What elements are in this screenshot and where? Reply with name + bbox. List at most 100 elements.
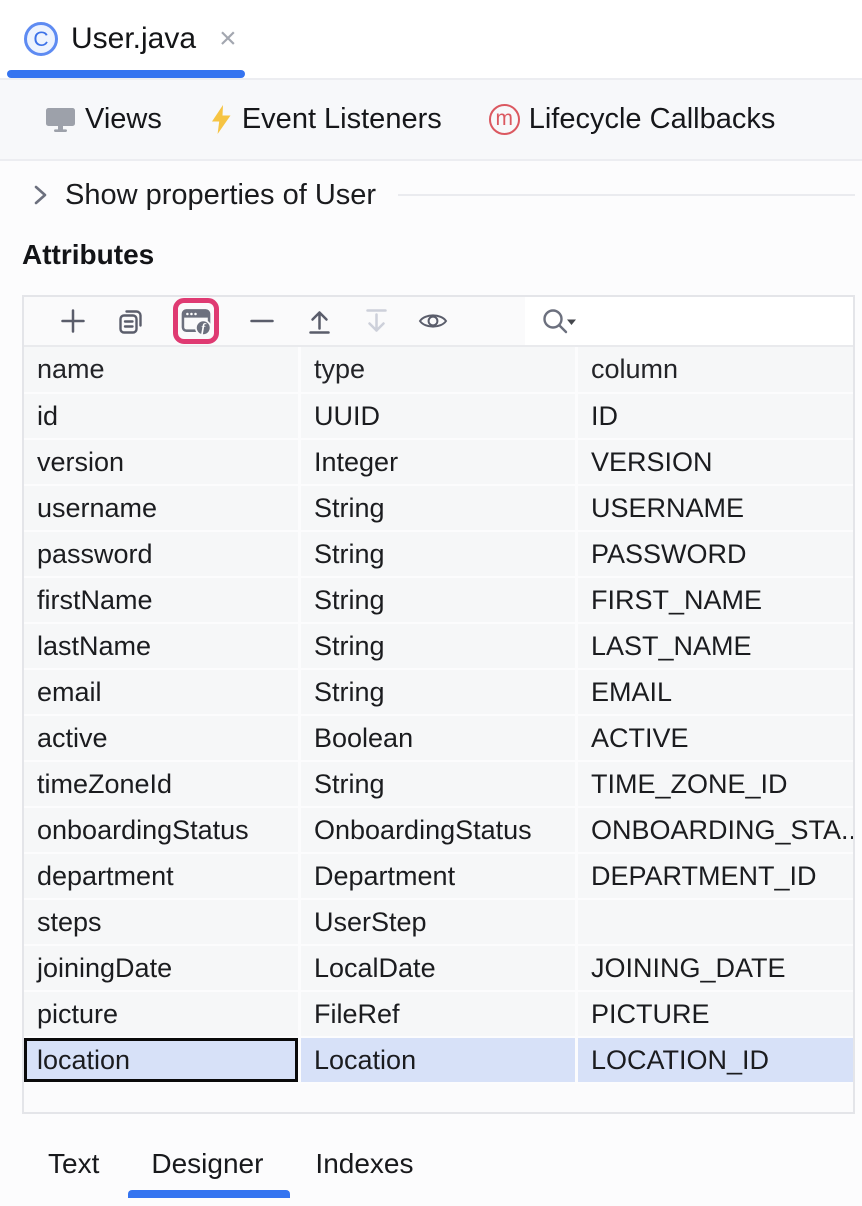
cell-type[interactable]: Boolean (301, 716, 578, 762)
chevron-right-icon[interactable] (32, 182, 49, 208)
cell-name-focused[interactable]: location (24, 1038, 301, 1084)
cell-type[interactable]: UUID (301, 394, 578, 440)
cell-column[interactable]: USERNAME (578, 486, 853, 532)
column-header-type[interactable]: type (301, 347, 578, 394)
cell-column[interactable]: EMAIL (578, 670, 853, 716)
cell-name[interactable]: picture (24, 992, 301, 1038)
views-icon (45, 106, 76, 133)
active-tab-underline (7, 70, 245, 78)
column-header-name[interactable]: name (24, 347, 301, 394)
table-row-username[interactable]: username String USERNAME (24, 486, 853, 532)
table-row-timeZoneId[interactable]: timeZoneId String TIME_ZONE_ID (24, 762, 853, 808)
tab-text[interactable]: Text (48, 1148, 99, 1180)
close-icon[interactable]: × (219, 24, 237, 54)
table-row-department[interactable]: department Department DEPARTMENT_ID (24, 854, 853, 900)
cell-name[interactable]: firstName (24, 578, 301, 624)
table-row-firstName[interactable]: firstName String FIRST_NAME (24, 578, 853, 624)
tab-indexes[interactable]: Indexes (315, 1148, 413, 1180)
lifecycle-callbacks-label: Lifecycle Callbacks (529, 103, 776, 136)
attributes-toolbar: f (24, 297, 853, 347)
move-up-icon[interactable] (304, 306, 334, 336)
event-listeners-icon (209, 104, 233, 135)
cell-type[interactable]: String (301, 532, 578, 578)
remove-icon[interactable] (247, 306, 277, 336)
copy-icon[interactable] (115, 306, 145, 336)
cell-type[interactable]: UserStep (301, 900, 578, 946)
cell-name[interactable]: username (24, 486, 301, 532)
table-empty-area (24, 1084, 853, 1112)
table-row-id[interactable]: id UUID ID (24, 394, 853, 440)
table-row-location-selected[interactable]: location Location LOCATION_ID (24, 1038, 853, 1084)
event-listeners-button[interactable]: Event Listeners (209, 103, 442, 136)
table-row-version[interactable]: version Integer VERSION (24, 440, 853, 486)
cell-column[interactable]: PICTURE (578, 992, 853, 1038)
search-input[interactable] (525, 297, 853, 345)
show-properties-label: Show properties of User (65, 179, 376, 212)
cell-name[interactable]: email (24, 670, 301, 716)
cell-name[interactable]: version (24, 440, 301, 486)
editor-tab-bar: C User.java × (0, 0, 862, 80)
cell-type[interactable]: OnboardingStatus (301, 808, 578, 854)
cell-type[interactable]: Department (301, 854, 578, 900)
tab-designer[interactable]: Designer (151, 1148, 263, 1180)
column-header-column[interactable]: column (578, 347, 853, 394)
search-icon[interactable] (540, 306, 580, 336)
tab-user-java[interactable]: C User.java × (0, 0, 237, 78)
cell-type[interactable]: Integer (301, 440, 578, 486)
cell-name[interactable]: lastName (24, 624, 301, 670)
cell-type[interactable]: FileRef (301, 992, 578, 1038)
cell-name[interactable]: joiningDate (24, 946, 301, 992)
active-bottom-tab-underline (128, 1190, 290, 1198)
views-label: Views (85, 103, 162, 136)
tab-title: User.java (71, 22, 196, 56)
lifecycle-callbacks-button[interactable]: m Lifecycle Callbacks (489, 103, 776, 136)
table-row-email[interactable]: email String EMAIL (24, 670, 853, 716)
cell-column[interactable]: FIRST_NAME (578, 578, 853, 624)
lifecycle-callbacks-icon: m (489, 104, 520, 135)
cell-column[interactable]: VERSION (578, 440, 853, 486)
cell-name[interactable]: active (24, 716, 301, 762)
cell-name[interactable]: department (24, 854, 301, 900)
cell-column[interactable]: ID (578, 394, 853, 440)
add-attribute-form-icon[interactable]: f (181, 306, 211, 336)
table-row-active[interactable]: active Boolean ACTIVE (24, 716, 853, 762)
cell-column[interactable]: TIME_ZONE_ID (578, 762, 853, 808)
move-down-icon[interactable] (361, 306, 391, 336)
entity-sections-bar: Views Event Listeners m Lifecycle Callba… (0, 80, 862, 161)
table-row-joiningDate[interactable]: joiningDate LocalDate JOINING_DATE (24, 946, 853, 992)
table-row-steps[interactable]: steps UserStep (24, 900, 853, 946)
cell-name[interactable]: onboardingStatus (24, 808, 301, 854)
section-divider (398, 194, 855, 196)
cell-type[interactable]: Location (301, 1038, 578, 1084)
event-listeners-label: Event Listeners (242, 103, 442, 136)
add-icon[interactable] (58, 306, 88, 336)
show-properties-section[interactable]: Show properties of User (0, 161, 862, 229)
cell-name[interactable]: password (24, 532, 301, 578)
cell-name[interactable]: id (24, 394, 301, 440)
cell-column[interactable]: ACTIVE (578, 716, 853, 762)
cell-name[interactable]: timeZoneId (24, 762, 301, 808)
cell-column[interactable]: JOINING_DATE (578, 946, 853, 992)
cell-type[interactable]: String (301, 624, 578, 670)
cell-type[interactable]: String (301, 578, 578, 624)
highlight-box: f (173, 298, 219, 344)
attributes-table-panel: f (22, 295, 855, 1114)
table-row-lastName[interactable]: lastName String LAST_NAME (24, 624, 853, 670)
table-row-onboardingStatus[interactable]: onboardingStatus OnboardingStatus ONBOAR… (24, 808, 853, 854)
cell-name[interactable]: steps (24, 900, 301, 946)
cell-column[interactable] (578, 900, 853, 946)
cell-column[interactable]: DEPARTMENT_ID (578, 854, 853, 900)
table-header-row: name type column (24, 347, 853, 394)
table-row-password[interactable]: password String PASSWORD (24, 532, 853, 578)
cell-column[interactable]: LOCATION_ID (578, 1038, 853, 1084)
table-row-picture[interactable]: picture FileRef PICTURE (24, 992, 853, 1038)
cell-column[interactable]: LAST_NAME (578, 624, 853, 670)
cell-type[interactable]: LocalDate (301, 946, 578, 992)
cell-type[interactable]: String (301, 486, 578, 532)
cell-column[interactable]: PASSWORD (578, 532, 853, 578)
cell-type[interactable]: String (301, 762, 578, 808)
cell-column[interactable]: ONBOARDING_STA... (578, 808, 853, 854)
view-icon[interactable] (418, 306, 448, 336)
cell-type[interactable]: String (301, 670, 578, 716)
views-button[interactable]: Views (45, 103, 162, 136)
